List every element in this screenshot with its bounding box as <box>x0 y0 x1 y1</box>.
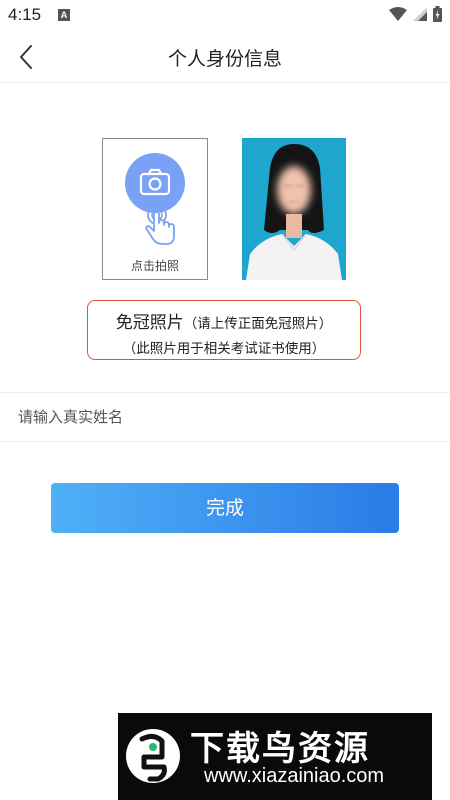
signal-icon <box>413 7 427 21</box>
status-indicators <box>389 6 442 22</box>
watermark-title: 下载鸟资源 <box>190 729 370 769</box>
screen: 4:15 A 个人身份信息 点击拍照 免冠照片（请上传正面免冠照片） （此照片用… <box>0 0 450 800</box>
wifi-icon <box>389 7 407 21</box>
notice-usage: （此照片用于相关考试证书使用） <box>122 341 326 357</box>
submit-button[interactable]: 完成 <box>51 483 399 533</box>
sample-photo-image <box>242 138 346 280</box>
watermark-url: www.xiazainiao.com <box>204 765 385 787</box>
app-header: 个人身份信息 <box>0 32 450 83</box>
notice-line1: 免冠照片（请上传正面免冠照片） <box>88 308 360 333</box>
real-name-input[interactable] <box>18 400 432 434</box>
divider <box>0 392 450 393</box>
sample-id-photo <box>242 138 346 280</box>
page-title: 个人身份信息 <box>167 48 282 70</box>
upload-label: 点击拍照 <box>130 259 179 273</box>
divider <box>0 441 450 442</box>
bird-logo-icon <box>126 729 180 783</box>
photo-upload-button[interactable]: 点击拍照 <box>102 138 208 280</box>
notice-main: 免冠照片 <box>115 313 184 333</box>
photo-notice: 免冠照片（请上传正面免冠照片） （此照片用于相关考试证书使用） <box>87 300 361 360</box>
status-bar: 4:15 A <box>0 0 450 32</box>
notice-hint: （请上传正面免冠照片） <box>183 316 333 332</box>
watermark-banner: 下载鸟资源 www.xiazainiao.com <box>118 713 432 800</box>
tap-hand-icon <box>145 205 175 245</box>
battery-icon <box>433 6 442 22</box>
status-time: 4:15 <box>8 5 42 24</box>
notification-app-icon: A <box>58 9 70 21</box>
